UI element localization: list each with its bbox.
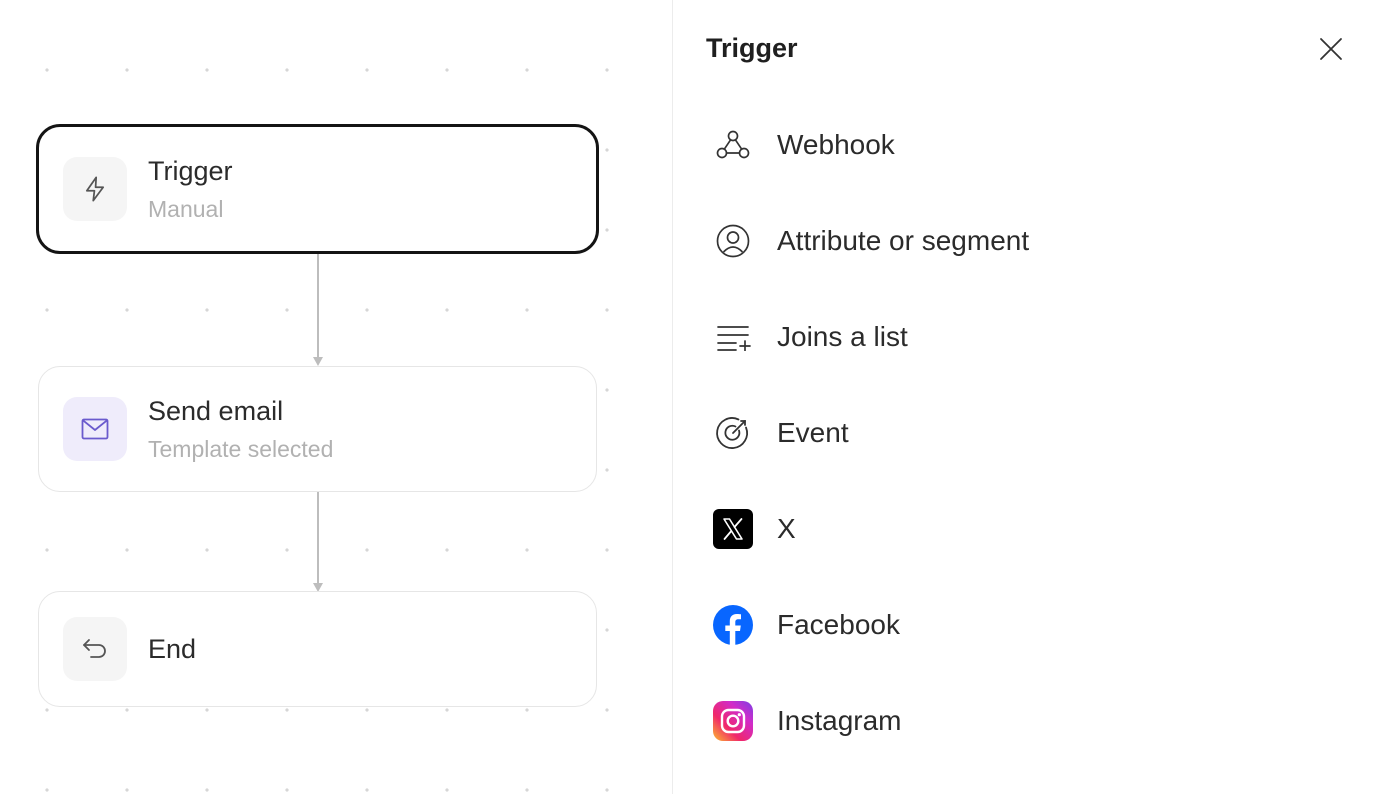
option-webhook[interactable]: Webhook [713, 115, 1333, 175]
end-node[interactable]: End [38, 591, 597, 707]
mail-icon [63, 397, 127, 461]
option-event[interactable]: Event [713, 403, 1333, 463]
close-icon [1320, 38, 1342, 60]
list-add-icon [713, 317, 753, 357]
target-icon [713, 413, 753, 453]
option-facebook[interactable]: Facebook [713, 595, 1333, 655]
option-joins-list[interactable]: Joins a list [713, 307, 1333, 367]
node-subtitle: Template selected [148, 436, 334, 462]
connector-arrow [313, 357, 323, 366]
option-label: Joins a list [777, 321, 908, 352]
facebook-logo-icon [713, 605, 753, 645]
user-circle-icon [713, 221, 753, 261]
send-email-node[interactable]: Send email Template selected [38, 366, 597, 492]
option-attribute-segment[interactable]: Attribute or segment [713, 211, 1333, 271]
webhook-icon [713, 125, 753, 165]
node-title: Trigger [148, 156, 233, 186]
option-label: Instagram [777, 705, 902, 736]
panel-title: Trigger [706, 33, 798, 63]
node-title: Send email [148, 396, 284, 426]
close-button[interactable] [1315, 33, 1347, 65]
option-x[interactable]: X [713, 499, 1333, 559]
node-title: End [148, 634, 197, 664]
node-subtitle: Manual [148, 196, 224, 222]
option-instagram[interactable]: Instagram [713, 691, 1333, 751]
trigger-panel: Trigger Webhook Attribute or segment Joi… [673, 0, 1382, 794]
lightning-icon [63, 157, 127, 221]
connector-line [317, 492, 319, 584]
option-label: X [777, 513, 796, 544]
option-label: Webhook [777, 129, 895, 160]
connector-line [317, 254, 319, 358]
option-label: Attribute or segment [777, 225, 1030, 256]
trigger-node[interactable]: Trigger Manual [36, 124, 599, 254]
option-label: Event [777, 417, 849, 448]
option-label: Facebook [777, 609, 900, 640]
return-arrow-icon [63, 617, 127, 681]
instagram-logo-icon [713, 701, 753, 741]
x-logo-icon [713, 509, 753, 549]
